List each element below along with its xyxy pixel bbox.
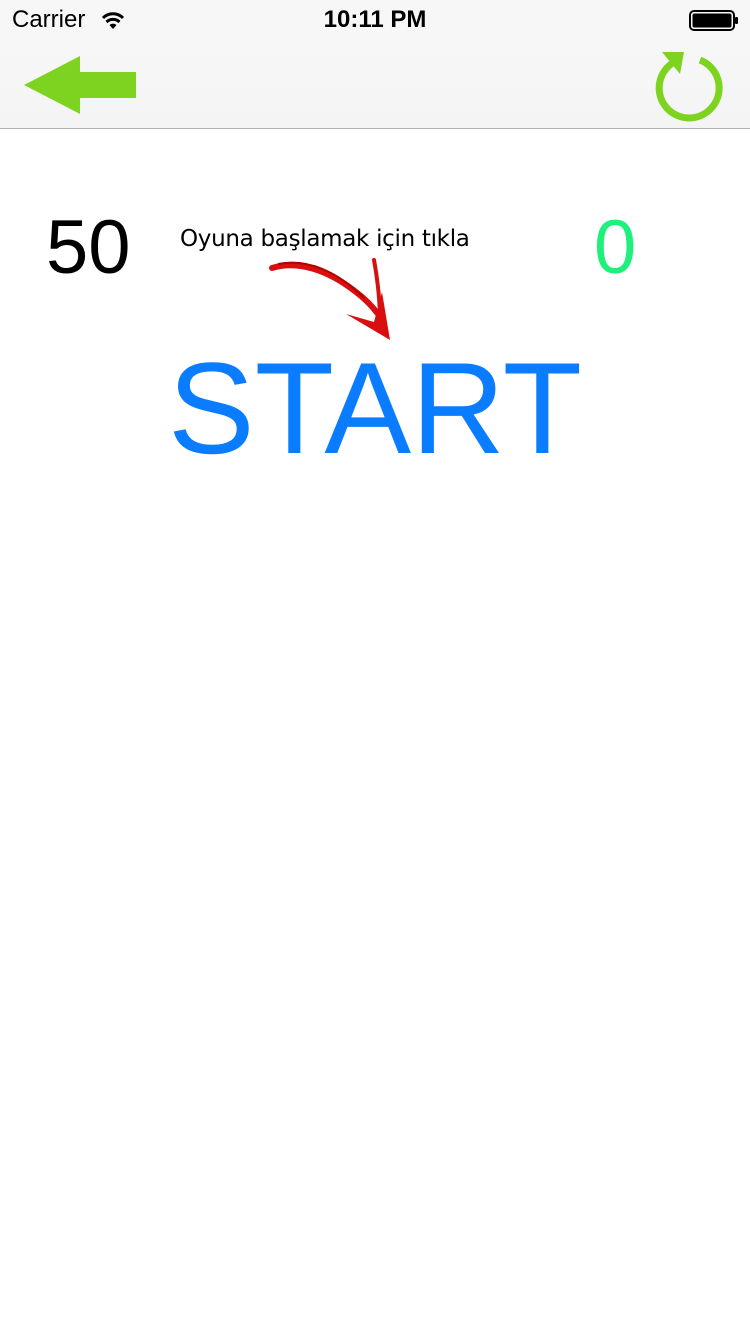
battery-icon	[689, 10, 738, 31]
nav-bar	[0, 40, 750, 129]
red-arrow-icon	[269, 258, 390, 340]
arrow-left-icon	[24, 56, 136, 114]
app-screen: Carrier 10:11 PM 50 Oyuna başlamak için …	[0, 0, 750, 1334]
back-button[interactable]	[22, 54, 138, 116]
clock: 10:11 PM	[323, 6, 427, 33]
start-button[interactable]: START	[0, 340, 750, 477]
start-hint: Oyuna başlamak için tıkla	[180, 226, 470, 252]
refresh-button[interactable]	[654, 48, 728, 122]
status-bar: Carrier 10:11 PM	[0, 0, 750, 40]
score-left: 50	[46, 205, 131, 290]
refresh-icon	[655, 52, 723, 122]
score-right: 0	[594, 205, 637, 290]
